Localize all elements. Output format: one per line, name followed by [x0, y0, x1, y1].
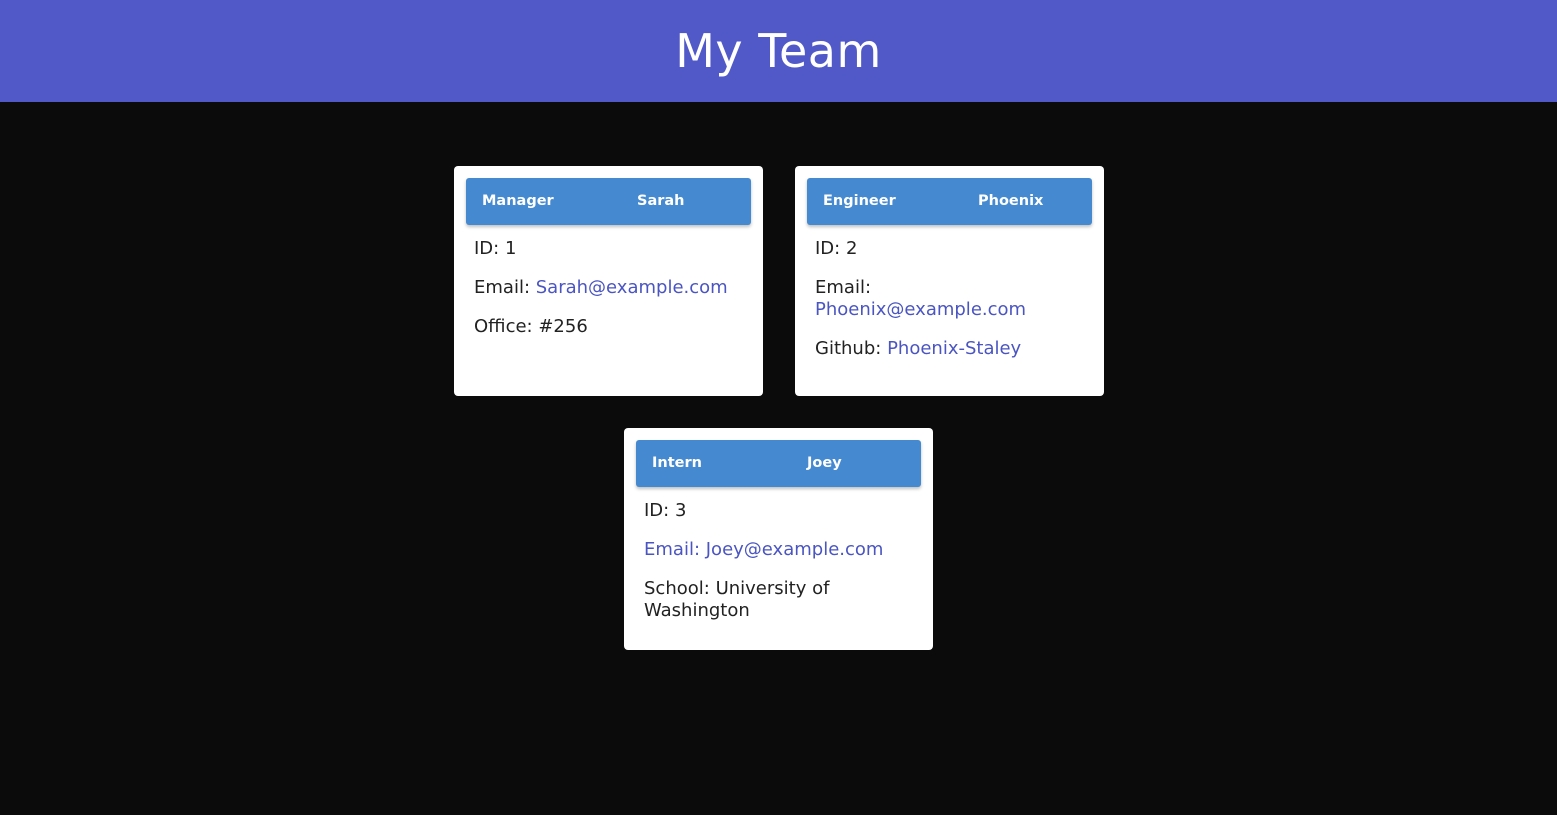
employee-school-row: School: University of Washington — [644, 578, 914, 622]
employee-id: ID: 3 — [644, 500, 687, 521]
email-link[interactable]: Email: Joey@example.com — [644, 539, 883, 560]
card-header: Engineer Phoenix — [807, 178, 1092, 225]
school-label: School: — [644, 578, 710, 599]
card-header: Manager Sarah — [466, 178, 751, 225]
card-body: ID: 1 Email: Sarah@example.com Office: #… — [474, 238, 744, 355]
employee-github-row: Github: Phoenix-Staley — [815, 338, 1085, 360]
employee-card-manager: Manager Sarah ID: 1 Email: Sarah@example… — [454, 166, 763, 396]
email-address: Joey@example.com — [705, 539, 884, 560]
employee-role: Manager — [482, 193, 554, 209]
employee-email-row: Email: Sarah@example.com — [474, 277, 744, 299]
github-label: Github: — [815, 338, 882, 359]
email-link[interactable]: Phoenix@example.com — [815, 299, 1026, 320]
employee-name: Phoenix — [978, 193, 1044, 209]
email-label: Email: — [815, 277, 872, 298]
office-label: Office: — [474, 316, 533, 337]
employee-office-row: Office: #256 — [474, 316, 744, 338]
employee-role: Intern — [652, 455, 702, 471]
card-body: ID: 2 Email: Phoenix@example.com Github:… — [815, 238, 1085, 377]
employee-name: Joey — [807, 455, 842, 471]
employee-email-row: Email: Phoenix@example.com — [815, 277, 1085, 321]
page-header: My Team — [0, 0, 1557, 102]
employee-role: Engineer — [823, 193, 896, 209]
page-title: My Team — [675, 24, 882, 78]
employee-card-engineer: Engineer Phoenix ID: 2 Email: Phoenix@ex… — [795, 166, 1104, 396]
card-header: Intern Joey — [636, 440, 921, 487]
email-label: Email: — [644, 539, 701, 560]
employee-id: ID: 1 — [474, 238, 517, 259]
employee-id: ID: 2 — [815, 238, 858, 259]
card-body: ID: 3 Email: Joey@example.com School: Un… — [644, 500, 914, 639]
github-link[interactable]: Phoenix-Staley — [887, 338, 1021, 359]
employee-name: Sarah — [637, 193, 685, 209]
employee-card-intern: Intern Joey ID: 3 Email: Joey@example.co… — [624, 428, 933, 650]
employee-email-row[interactable]: Email: Joey@example.com — [644, 539, 914, 561]
email-label: Email: — [474, 277, 531, 298]
email-link[interactable]: Sarah@example.com — [536, 277, 728, 298]
office-number: #256 — [538, 316, 588, 337]
